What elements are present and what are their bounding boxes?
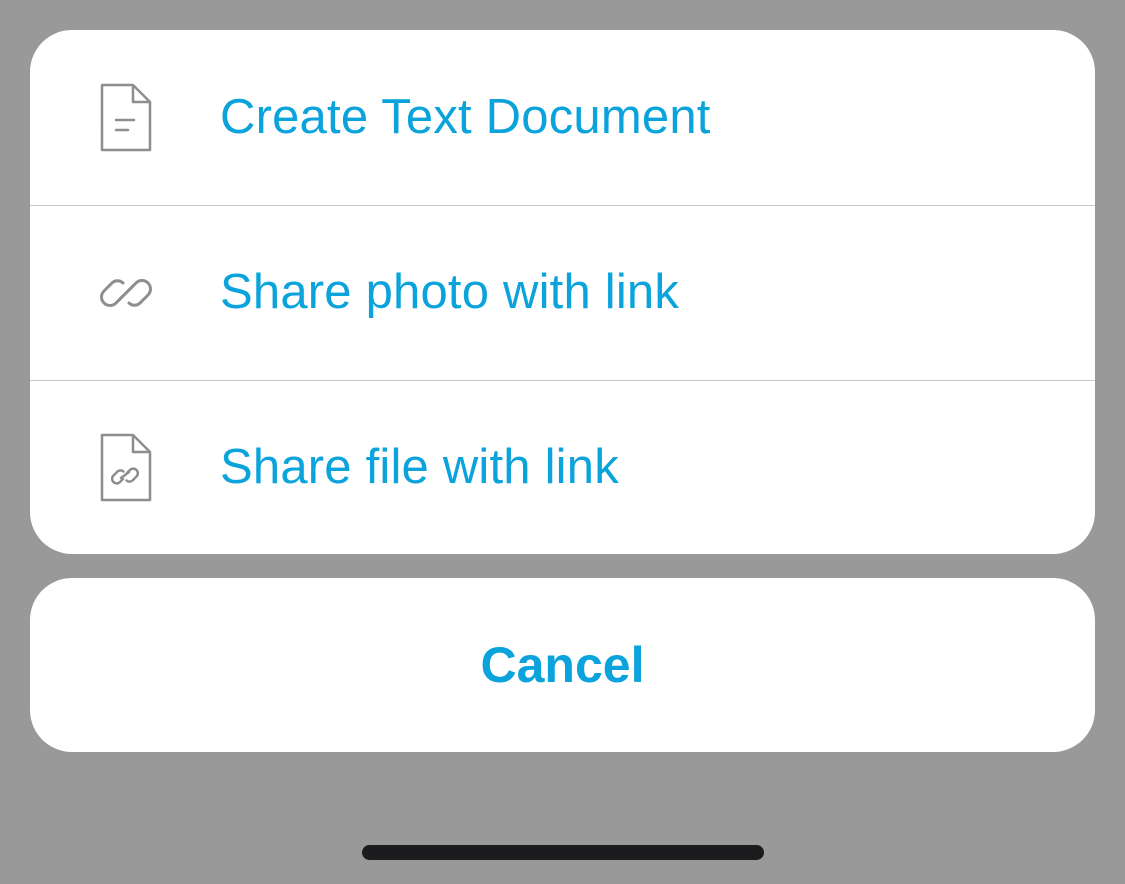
action-sheet: Create Text Document Share photo with li… [30, 30, 1095, 554]
text-document-icon [90, 82, 162, 154]
share-file-with-link-button[interactable]: Share file with link [30, 380, 1095, 554]
share-photo-with-link-label: Share photo with link [220, 264, 680, 319]
cancel-button[interactable]: Cancel [30, 578, 1095, 752]
share-file-with-link-label: Share file with link [220, 439, 619, 494]
home-indicator[interactable] [362, 845, 764, 860]
cancel-label: Cancel [480, 637, 645, 693]
share-photo-with-link-button[interactable]: Share photo with link [30, 205, 1095, 380]
create-text-document-button[interactable]: Create Text Document [30, 30, 1095, 205]
file-link-icon [90, 432, 162, 504]
create-text-document-label: Create Text Document [220, 89, 711, 144]
link-icon [90, 257, 162, 329]
